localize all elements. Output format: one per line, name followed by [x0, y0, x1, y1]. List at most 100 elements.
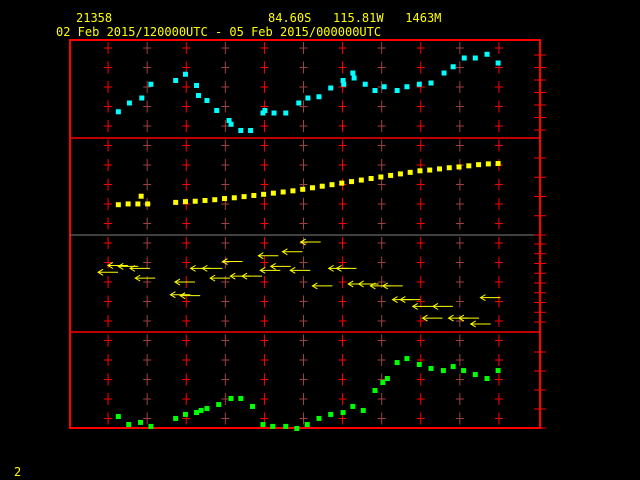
data-point — [427, 167, 433, 173]
data-point — [145, 201, 151, 207]
data-point — [394, 360, 400, 366]
data-point — [238, 128, 244, 133]
data-point — [450, 364, 456, 370]
data-point — [407, 169, 413, 175]
data-point — [472, 372, 478, 378]
time-period: 02 Feb 2015/120000UTC - 05 Feb 2015/0000… — [56, 25, 381, 39]
station-location: 84.60S 115.81W 1463M — [268, 11, 441, 25]
data-point — [305, 95, 311, 101]
data-point — [404, 356, 410, 362]
data-point — [182, 199, 188, 205]
data-point — [328, 411, 334, 417]
wind-arrow — [179, 292, 201, 300]
data-point — [248, 128, 254, 133]
data-point — [194, 410, 200, 416]
data-point — [231, 195, 237, 201]
wind-arrow — [134, 274, 156, 282]
data-point — [316, 415, 322, 421]
data-point — [270, 190, 276, 196]
data-point — [238, 395, 244, 401]
data-point — [384, 376, 390, 382]
data-point — [428, 80, 434, 86]
data-point — [368, 176, 374, 182]
wind-arrow — [335, 264, 357, 272]
data-point — [283, 423, 289, 429]
data-point — [381, 84, 387, 90]
wind-arrow — [381, 282, 403, 290]
wind-arrow — [311, 282, 333, 290]
data-point — [182, 411, 188, 417]
data-point — [397, 171, 403, 177]
data-point — [319, 183, 325, 189]
data-point — [446, 165, 452, 171]
data-point — [394, 88, 400, 93]
data-point — [466, 163, 472, 169]
data-point — [222, 196, 228, 202]
data-point — [436, 166, 442, 172]
data-point — [476, 162, 482, 168]
data-point — [495, 60, 501, 66]
data-point — [139, 95, 145, 101]
data-point — [372, 88, 378, 93]
wind-arrow — [201, 264, 223, 272]
data-point — [290, 188, 296, 194]
data-point — [440, 368, 446, 374]
data-point — [115, 109, 121, 115]
data-point — [261, 191, 267, 197]
data-point — [138, 193, 144, 199]
data-point — [135, 201, 141, 207]
data-point — [340, 78, 346, 83]
wind-arrow — [431, 302, 453, 310]
data-point — [461, 368, 467, 374]
data-point — [484, 376, 490, 382]
data-point — [450, 64, 456, 70]
data-point — [271, 110, 277, 116]
data-point — [283, 110, 289, 116]
data-point — [340, 410, 346, 416]
data-point — [294, 426, 300, 431]
wind-arrow — [241, 272, 263, 280]
data-point — [138, 419, 144, 425]
data-point — [495, 161, 501, 167]
wind-arrow — [421, 314, 443, 322]
data-point — [173, 415, 179, 421]
data-point — [148, 81, 154, 87]
data-point — [428, 365, 434, 371]
data-point — [125, 201, 131, 207]
data-point — [300, 186, 306, 192]
wind-arrow — [479, 294, 501, 302]
data-point — [358, 177, 364, 183]
data-point — [148, 423, 154, 429]
data-point — [198, 407, 204, 413]
data-point — [349, 179, 355, 185]
wind-arrow — [169, 291, 191, 299]
data-point — [441, 70, 447, 76]
data-point — [316, 94, 322, 100]
data-point — [495, 368, 501, 374]
data-point — [416, 81, 422, 87]
data-point — [456, 164, 462, 170]
wind-arrow — [221, 258, 243, 265]
data-point — [378, 174, 384, 180]
data-point — [296, 100, 302, 106]
data-point — [126, 422, 132, 428]
meteogram: 21358 84.60S 115.81W 1463M 02 Feb 2015/1… — [14, 11, 546, 479]
data-point — [350, 70, 356, 76]
data-point — [416, 361, 422, 367]
data-point — [461, 55, 467, 61]
data-point — [212, 197, 218, 203]
data-point — [216, 402, 222, 408]
data-point — [304, 422, 310, 428]
data-point — [380, 380, 386, 386]
data-point — [280, 189, 286, 195]
wind-arrow — [281, 248, 303, 256]
data-point — [192, 198, 198, 204]
data-point — [126, 100, 132, 106]
data-point — [329, 182, 335, 188]
data-point — [484, 51, 490, 57]
wind-arrow — [209, 274, 231, 282]
wind-arrow — [457, 314, 479, 322]
data-point — [173, 78, 179, 83]
data-point — [388, 172, 394, 178]
data-point — [194, 83, 200, 88]
